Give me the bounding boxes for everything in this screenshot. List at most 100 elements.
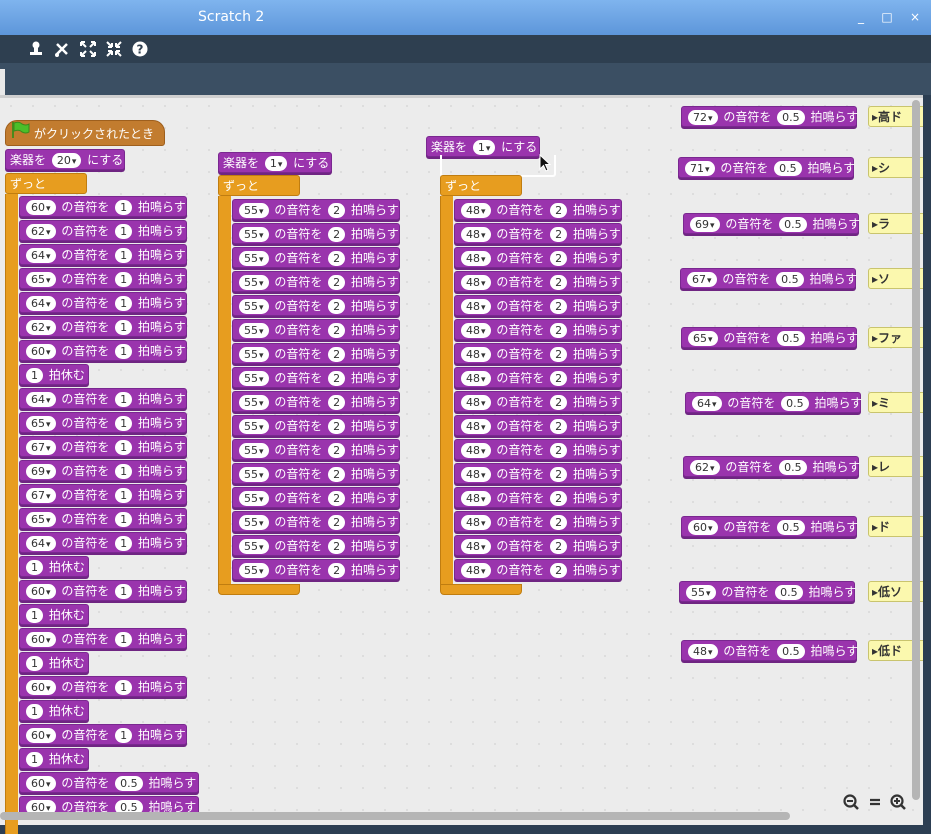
cut-icon[interactable] bbox=[53, 40, 71, 58]
beats-input[interactable]: 1 bbox=[115, 440, 133, 455]
play-note-block[interactable]: 48 の音符を 2 拍鳴らす bbox=[454, 247, 622, 268]
horizontal-scrollbar[interactable] bbox=[0, 812, 790, 820]
beats-input[interactable]: 2 bbox=[550, 275, 568, 290]
note-dropdown[interactable]: 55 bbox=[239, 563, 269, 578]
play-note-block[interactable]: 72 の音符を 0.5 拍鳴らす bbox=[681, 106, 858, 127]
play-note-block[interactable]: 64 の音符を 1 拍鳴らす bbox=[19, 388, 187, 409]
note-dropdown[interactable]: 55 bbox=[239, 395, 269, 410]
note-dropdown[interactable]: 64 bbox=[26, 296, 56, 311]
note-dropdown[interactable]: 62 bbox=[690, 460, 720, 475]
beats-input[interactable]: 1 bbox=[115, 680, 133, 695]
beats-input[interactable]: 2 bbox=[550, 491, 568, 506]
forever-block[interactable]: ずっと bbox=[440, 175, 522, 196]
note-dropdown[interactable]: 64 bbox=[26, 392, 56, 407]
note-dropdown[interactable]: 48 bbox=[461, 443, 491, 458]
play-note-block[interactable]: 67 の音符を 1 拍鳴らす bbox=[19, 484, 187, 505]
play-note-block[interactable]: 48 の音符を 2 拍鳴らす bbox=[454, 199, 622, 220]
note-dropdown[interactable]: 48 bbox=[461, 371, 491, 386]
rest-beats-input[interactable]: 1 bbox=[26, 656, 43, 671]
note-dropdown[interactable]: 65 bbox=[26, 416, 56, 431]
beats-input[interactable]: 2 bbox=[328, 419, 346, 434]
beats-input[interactable]: 0.5 bbox=[779, 217, 807, 232]
set-instrument-block[interactable]: 楽器を 1 にする bbox=[218, 152, 332, 173]
beats-input[interactable]: 1 bbox=[115, 416, 133, 431]
note-dropdown[interactable]: 55 bbox=[239, 323, 269, 338]
note-dropdown[interactable]: 55 bbox=[239, 347, 269, 362]
play-note-block[interactable]: 48 の音符を 2 拍鳴らす bbox=[454, 223, 622, 244]
beats-input[interactable]: 2 bbox=[550, 203, 568, 218]
close-button[interactable]: × bbox=[906, 8, 924, 26]
shrink-icon[interactable] bbox=[105, 40, 123, 58]
play-note-block[interactable]: 55 の音符を 0.5 拍鳴らす bbox=[679, 581, 856, 602]
rest-beats-input[interactable]: 1 bbox=[26, 608, 43, 623]
play-note-block[interactable]: 55 の音符を 2 拍鳴らす bbox=[232, 415, 400, 436]
rest-block[interactable]: 1 拍休む bbox=[19, 748, 89, 769]
beats-input[interactable]: 2 bbox=[328, 275, 346, 290]
forever-block[interactable]: ずっと bbox=[218, 175, 300, 196]
play-note-block[interactable]: 48 の音符を 2 拍鳴らす bbox=[454, 535, 622, 556]
note-dropdown[interactable]: 48 bbox=[461, 395, 491, 410]
beats-input[interactable]: 0.5 bbox=[115, 776, 143, 791]
play-note-block[interactable]: 55 の音符を 2 拍鳴らす bbox=[232, 559, 400, 580]
note-dropdown[interactable]: 48 bbox=[461, 467, 491, 482]
play-note-block[interactable]: 55 の音符を 2 拍鳴らす bbox=[232, 223, 400, 244]
beats-input[interactable]: 1 bbox=[115, 584, 133, 599]
beats-input[interactable]: 2 bbox=[550, 371, 568, 386]
beats-input[interactable]: 2 bbox=[550, 515, 568, 530]
play-note-block[interactable]: 64 の音符を 1 拍鳴らす bbox=[19, 244, 187, 265]
play-note-block[interactable]: 65 の音符を 1 拍鳴らす bbox=[19, 412, 187, 433]
play-note-block[interactable]: 60 の音符を 1 拍鳴らす bbox=[19, 724, 187, 745]
note-dropdown[interactable]: 65 bbox=[688, 331, 718, 346]
note-dropdown[interactable]: 55 bbox=[239, 467, 269, 482]
note-dropdown[interactable]: 55 bbox=[686, 585, 716, 600]
beats-input[interactable]: 1 bbox=[115, 344, 133, 359]
note-dropdown[interactable]: 62 bbox=[26, 224, 56, 239]
instrument-dropdown[interactable]: 1 bbox=[264, 156, 288, 171]
play-note-block[interactable]: 55 の音符を 2 拍鳴らす bbox=[232, 247, 400, 268]
beats-input[interactable]: 2 bbox=[550, 227, 568, 242]
set-instrument-block[interactable]: 楽器を 20 にする bbox=[5, 149, 125, 170]
beats-input[interactable]: 2 bbox=[550, 251, 568, 266]
beats-input[interactable]: 1 bbox=[115, 488, 133, 503]
vertical-scrollbar[interactable] bbox=[912, 100, 920, 800]
beats-input[interactable]: 2 bbox=[328, 203, 346, 218]
beats-input[interactable]: 1 bbox=[115, 464, 133, 479]
note-dropdown[interactable]: 65 bbox=[26, 512, 56, 527]
beats-input[interactable]: 1 bbox=[115, 536, 133, 551]
play-note-block[interactable]: 65 の音符を 0.5 拍鳴らす bbox=[681, 327, 858, 348]
beats-input[interactable]: 2 bbox=[550, 443, 568, 458]
play-note-block[interactable]: 48 の音符を 2 拍鳴らす bbox=[454, 271, 622, 292]
note-dropdown[interactable]: 72 bbox=[688, 110, 718, 125]
rest-beats-input[interactable]: 1 bbox=[26, 368, 43, 383]
set-instrument-block[interactable]: 楽器を 1 にする bbox=[426, 136, 540, 157]
beats-input[interactable]: 0.5 bbox=[777, 331, 805, 346]
play-note-block[interactable]: 71 の音符を 0.5 拍鳴らす bbox=[678, 157, 855, 178]
beats-input[interactable]: 1 bbox=[115, 512, 133, 527]
note-dropdown[interactable]: 60 bbox=[26, 632, 56, 647]
beats-input[interactable]: 2 bbox=[328, 227, 346, 242]
zoom-out-icon[interactable] bbox=[842, 793, 860, 811]
play-note-block[interactable]: 60 の音符を 1 拍鳴らす bbox=[19, 676, 187, 697]
play-note-block[interactable]: 48 の音符を 2 拍鳴らす bbox=[454, 415, 622, 436]
note-dropdown[interactable]: 60 bbox=[26, 728, 56, 743]
play-note-block[interactable]: 48 の音符を 0.5 拍鳴らす bbox=[681, 640, 858, 661]
play-note-block[interactable]: 65 の音符を 1 拍鳴らす bbox=[19, 508, 187, 529]
note-dropdown[interactable]: 62 bbox=[26, 320, 56, 335]
beats-input[interactable]: 2 bbox=[328, 467, 346, 482]
note-dropdown[interactable]: 69 bbox=[690, 217, 720, 232]
play-note-block[interactable]: 48 の音符を 2 拍鳴らす bbox=[454, 559, 622, 580]
note-dropdown[interactable]: 48 bbox=[461, 491, 491, 506]
note-dropdown[interactable]: 48 bbox=[461, 539, 491, 554]
beats-input[interactable]: 2 bbox=[328, 251, 346, 266]
note-dropdown[interactable]: 48 bbox=[461, 515, 491, 530]
note-dropdown[interactable]: 64 bbox=[692, 396, 722, 411]
beats-input[interactable]: 1 bbox=[115, 224, 133, 239]
note-dropdown[interactable]: 55 bbox=[239, 227, 269, 242]
note-dropdown[interactable]: 69 bbox=[26, 464, 56, 479]
rest-block[interactable]: 1 拍休む bbox=[19, 364, 89, 385]
duplicate-icon[interactable] bbox=[27, 40, 45, 58]
beats-input[interactable]: 2 bbox=[550, 395, 568, 410]
beats-input[interactable]: 0.5 bbox=[781, 396, 809, 411]
note-dropdown[interactable]: 60 bbox=[26, 200, 56, 215]
note-dropdown[interactable]: 60 bbox=[26, 584, 56, 599]
